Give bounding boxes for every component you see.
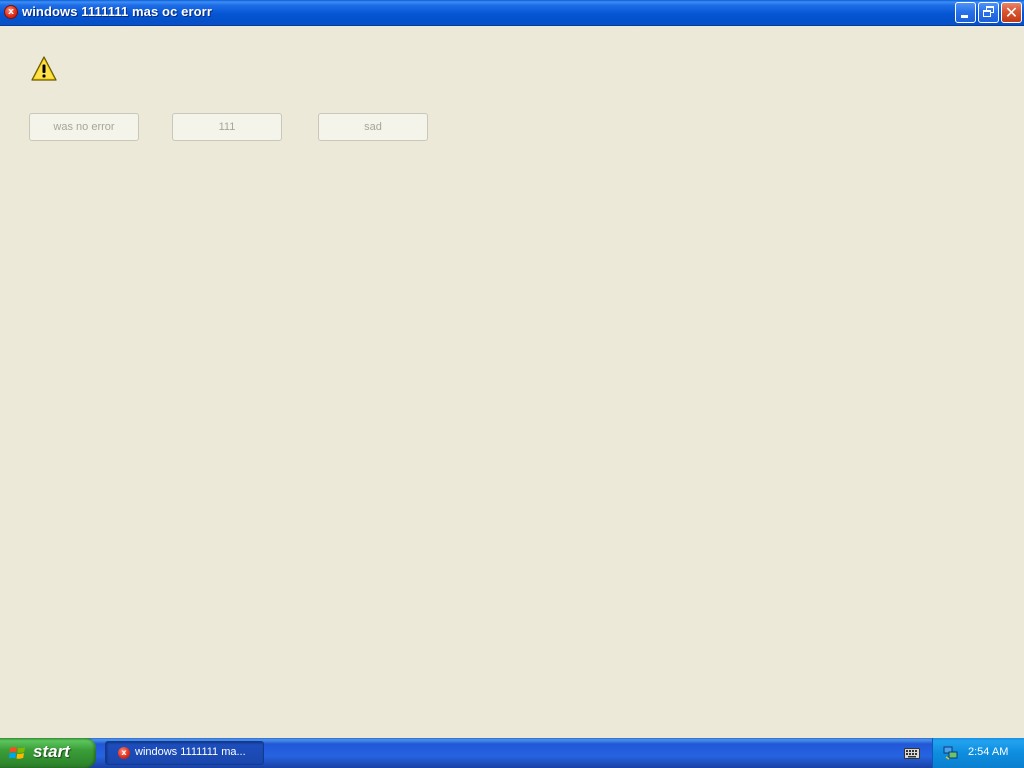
taskbar-item-label: windows 1111111 ma... — [135, 746, 246, 758]
minimize-button[interactable] — [955, 2, 976, 23]
window-titlebar[interactable]: x windows 1111111 mas oc erorr ✕ — [0, 0, 1024, 26]
restore-button[interactable] — [978, 2, 999, 23]
close-icon: ✕ — [1004, 3, 1019, 22]
system-tray: 2:54 AM — [932, 738, 1024, 768]
warning-icon — [31, 56, 57, 81]
sad-button[interactable]: sad — [318, 113, 428, 141]
error-x-icon[interactable]: x — [4, 5, 18, 19]
window-title: windows 1111111 mas oc erorr — [22, 4, 212, 19]
keyboard-icon[interactable] — [904, 748, 920, 759]
restore-icon-front — [983, 10, 991, 17]
was-no-error-button[interactable]: was no error — [29, 113, 139, 141]
tray-clock[interactable]: 2:54 AM — [968, 746, 1008, 758]
start-label: start — [33, 742, 70, 761]
minimize-icon — [961, 15, 968, 18]
network-icon[interactable] — [943, 745, 959, 761]
dialog-client-area: was no error 111 sad — [0, 26, 1024, 738]
windows-flag-icon — [9, 747, 25, 759]
taskbar: start x windows 1111111 ma... 2:54 AM — [0, 738, 1024, 768]
close-button[interactable]: ✕ — [1001, 2, 1022, 23]
error-x-icon: x — [118, 747, 130, 759]
start-button[interactable]: start — [0, 738, 96, 768]
desktop-screen: x windows 1111111 mas oc erorr ✕ was no … — [0, 0, 1024, 768]
111-button[interactable]: 111 — [172, 113, 282, 141]
taskbar-item-window[interactable]: x windows 1111111 ma... — [105, 741, 264, 765]
